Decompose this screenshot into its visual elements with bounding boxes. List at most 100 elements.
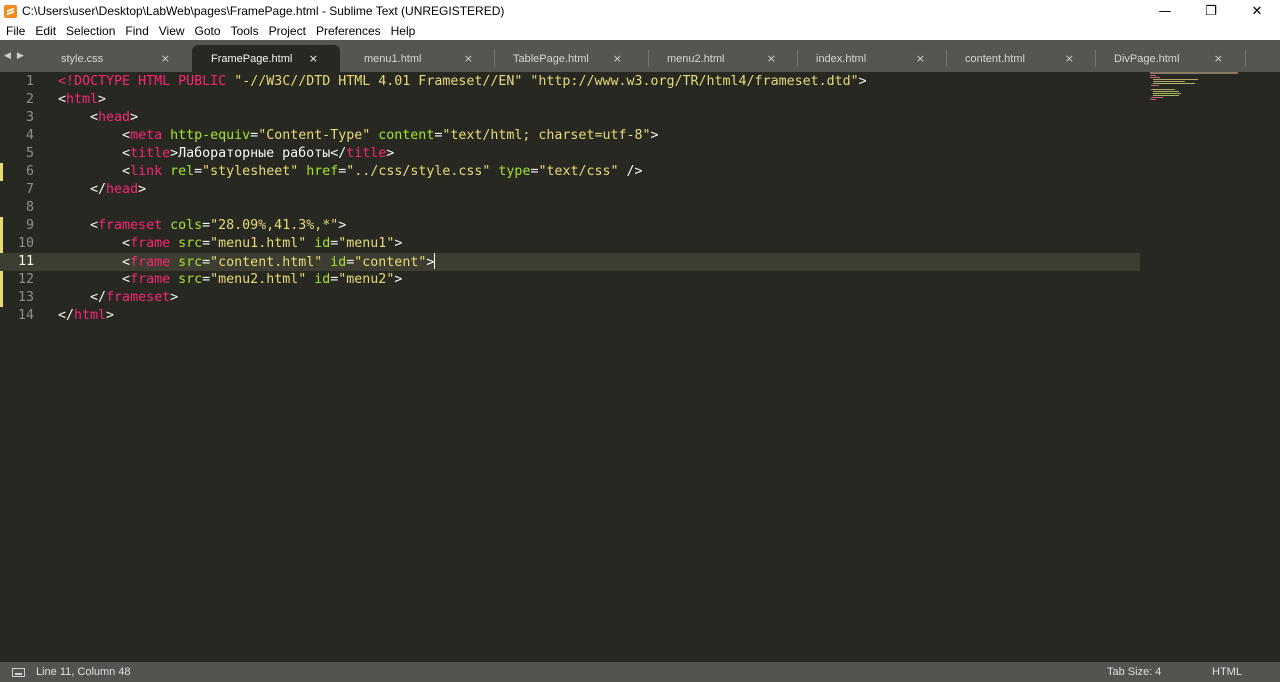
code-token: frame (130, 272, 171, 287)
code-token: > (98, 92, 107, 107)
code-token: </ (58, 182, 107, 197)
code-token: head (106, 182, 139, 197)
tab-index-html[interactable]: index.html × (797, 45, 947, 72)
maximize-button[interactable]: ❐ (1188, 0, 1234, 22)
code-token: href (306, 164, 339, 179)
code-token: > (338, 218, 347, 233)
code-token: "text/css" (538, 164, 619, 179)
code-line[interactable]: 4 <meta http-equiv="Content-Type" conten… (0, 127, 1140, 145)
code-line[interactable]: 6 <link rel="stylesheet" href="../css/st… (0, 163, 1140, 181)
code-line[interactable]: 10 <frame src="menu1.html" id="menu1"> (0, 235, 1140, 253)
tab-style-css[interactable]: style.css × (42, 45, 192, 72)
line-code: <!DOCTYPE HTML PUBLIC "-//W3C//DTD HTML … (58, 73, 867, 91)
tab-divpage-html[interactable]: DivPage.html × (1095, 45, 1245, 72)
tab-tablepage-html[interactable]: TablePage.html × (494, 45, 644, 72)
code-token: "Content-Type" (258, 128, 371, 143)
code-token: head (98, 110, 131, 125)
close-icon[interactable]: × (613, 52, 622, 65)
menu-view[interactable]: View (154, 24, 190, 38)
tab-menu2-html[interactable]: menu2.html × (648, 45, 798, 72)
code-token: "28.09%,41.3%,*" (210, 218, 339, 233)
menu-file[interactable]: File (0, 24, 30, 38)
code-token: = (202, 255, 211, 270)
code-token: "http://www.w3.org/TR/html4/frameset.dtd… (530, 74, 859, 89)
line-code: <head> (58, 109, 138, 127)
menu-selection[interactable]: Selection (61, 24, 120, 38)
minimap[interactable] (1148, 72, 1243, 102)
code-line[interactable]: 5 <title>Лабораторные работы</title> (0, 145, 1140, 163)
code-line[interactable]: 7 </head> (0, 181, 1140, 199)
window-controls: — ❐ ✕ (1142, 0, 1280, 22)
close-icon[interactable]: × (767, 52, 776, 65)
tab-label: menu2.html (667, 52, 725, 65)
tab-divider (648, 50, 649, 67)
code-token: < (58, 164, 131, 179)
cursor-position: Line 11, Column 48 (36, 666, 131, 678)
tab-bar: ◀ ▶ style.css × FramePage.html × menu1.h… (0, 40, 1280, 72)
close-icon[interactable]: × (464, 52, 473, 65)
code-token: PUBLIC (178, 74, 227, 89)
close-button[interactable]: ✕ (1234, 0, 1280, 22)
code-line[interactable]: 1 <!DOCTYPE HTML PUBLIC "-//W3C//DTD HTML… (0, 73, 1140, 91)
code-token: < (58, 272, 131, 287)
code-token: > (394, 236, 403, 251)
code-line[interactable]: 3 <head> (0, 109, 1140, 127)
text-cursor (434, 253, 436, 269)
menu-find[interactable]: Find (120, 24, 153, 38)
close-icon[interactable]: × (1214, 52, 1223, 65)
code-token: = (202, 272, 211, 287)
minimize-button[interactable]: — (1142, 0, 1188, 22)
close-icon[interactable]: × (161, 52, 170, 65)
close-icon[interactable]: × (309, 52, 318, 65)
code-token: frame (130, 255, 171, 270)
code-line[interactable]: 13 </frameset> (0, 289, 1140, 307)
code-token: HTML (138, 74, 171, 89)
syntax-indicator[interactable]: HTML (1212, 666, 1242, 678)
tab-framepage-html[interactable]: FramePage.html × (192, 45, 340, 72)
line-number: 6 (25, 164, 34, 179)
menu-project[interactable]: Project (264, 24, 311, 38)
close-icon[interactable]: × (916, 52, 925, 65)
code-token: > (426, 255, 435, 270)
tab-divider (946, 50, 947, 67)
code-line[interactable]: 2 <html> (0, 91, 1140, 109)
tab-label: content.html (965, 52, 1025, 65)
close-icon[interactable]: × (1065, 52, 1074, 65)
tab-label: TablePage.html (513, 52, 589, 65)
code-token: title (346, 146, 387, 161)
tab-divider (494, 50, 495, 67)
code-token: > (106, 308, 115, 323)
menu-tools[interactable]: Tools (226, 24, 264, 38)
code-token: </ (58, 308, 75, 323)
code-line[interactable]: 11 <frame src="content.html" id="content… (0, 253, 1140, 271)
console-panel-icon[interactable] (12, 667, 25, 677)
tab-label: index.html (816, 52, 867, 65)
code-line[interactable]: 9 <frameset cols="28.09%,41.3%,*"> (0, 217, 1140, 235)
code-token: < (58, 92, 67, 107)
menu-help[interactable]: Help (386, 24, 421, 38)
code-token: > (138, 182, 147, 197)
code-line[interactable]: 8 (0, 199, 1140, 217)
tab-menu1-html[interactable]: menu1.html × (345, 45, 495, 72)
code-token: /> (618, 164, 643, 179)
tab-content-html[interactable]: content.html × (946, 45, 1096, 72)
menu-edit[interactable]: Edit (30, 24, 61, 38)
menu-goto[interactable]: Goto (190, 24, 226, 38)
code-token: "text/html; charset=utf-8" (442, 128, 651, 143)
code-token: > (170, 290, 179, 305)
tab-next-icon[interactable]: ▶ (17, 51, 24, 61)
code-line[interactable]: 12 <frame src="menu2.html" id="menu2"> (0, 271, 1140, 289)
code-token: < (58, 146, 131, 161)
code-line[interactable]: 14 </html> (0, 307, 1140, 325)
menu-preferences[interactable]: Preferences (311, 24, 386, 38)
line-number: 14 (17, 308, 34, 323)
code-token: < (58, 255, 131, 270)
code-editor[interactable]: 1 <!DOCTYPE HTML PUBLIC "-//W3C//DTD HTML… (0, 72, 1280, 662)
tab-size-indicator[interactable]: Tab Size: 4 (1107, 666, 1161, 678)
title-bar: C:\Users\user\Desktop\LabWeb\pages\Frame… (0, 0, 1280, 22)
tab-prev-icon[interactable]: ◀ (4, 51, 11, 61)
